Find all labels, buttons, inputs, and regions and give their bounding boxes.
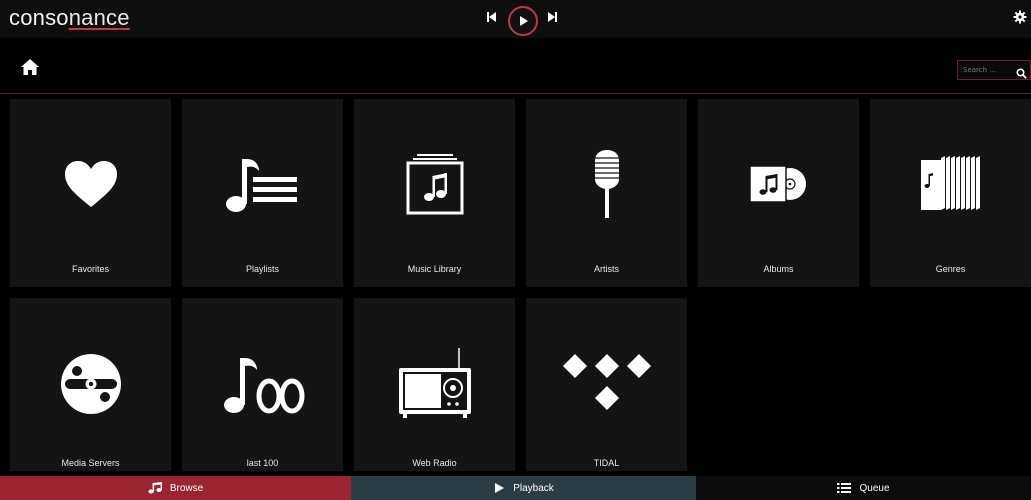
- tile-media-servers[interactable]: Media Servers: [10, 298, 171, 471]
- media-server-icon: [10, 332, 171, 436]
- skip-previous-icon[interactable]: [484, 9, 498, 25]
- radio-icon: [354, 332, 515, 436]
- tile-label: last 100: [246, 458, 279, 468]
- tile-artists[interactable]: Artists: [526, 99, 687, 287]
- music-note-icon: [148, 482, 162, 494]
- play-button[interactable]: [508, 6, 538, 36]
- tile-favorites[interactable]: Favorites: [10, 99, 171, 287]
- bottom-nav: Browse Playback Queue: [0, 476, 1031, 500]
- browse-grid: Favorites Playlists Music Library Artist…: [0, 95, 1031, 476]
- play-icon: [520, 16, 528, 26]
- transport-controls: [482, 6, 562, 36]
- search-icon[interactable]: [1016, 64, 1027, 79]
- playlist-icon: [182, 149, 343, 219]
- tile-last-100[interactable]: last 100: [182, 298, 343, 471]
- tile-label: Playlists: [245, 264, 279, 274]
- tile-label: Albums: [763, 264, 794, 274]
- music-library-icon: [354, 149, 515, 219]
- tile-playlists[interactable]: Playlists: [182, 99, 343, 287]
- last-100-icon: [182, 332, 343, 436]
- tile-albums[interactable]: Albums: [698, 99, 859, 287]
- tidal-icon: [526, 332, 687, 436]
- tile-label: Artists: [593, 264, 619, 274]
- brand-accent: nance: [68, 5, 130, 30]
- browse-label: Browse: [169, 482, 204, 494]
- queue-tab[interactable]: Queue: [696, 476, 1031, 500]
- playback-tab[interactable]: Playback: [351, 476, 696, 500]
- tile-tidal[interactable]: TIDAL: [526, 298, 687, 471]
- home-icon[interactable]: [20, 58, 40, 76]
- tile-music-library[interactable]: Music Library: [354, 99, 515, 287]
- nav-bar: [0, 38, 1031, 94]
- search-box: [957, 60, 1031, 80]
- heart-icon: [10, 149, 171, 219]
- queue-label: Queue: [859, 482, 890, 494]
- tile-label: Favorites: [71, 264, 109, 274]
- browse-tab[interactable]: Browse: [0, 476, 351, 500]
- list-icon: [837, 483, 852, 493]
- tile-label: Genres: [935, 264, 966, 274]
- tile-web-radio[interactable]: Web Radio: [354, 298, 515, 471]
- gear-icon[interactable]: [1013, 9, 1027, 24]
- top-bar: consonance: [0, 0, 1031, 38]
- genres-icon: [870, 149, 1031, 219]
- tile-genres[interactable]: Genres: [870, 99, 1031, 287]
- play-icon: [495, 483, 505, 493]
- tile-label: Web Radio: [412, 458, 457, 468]
- app-logo: consonance: [9, 5, 130, 31]
- tile-label: TIDAL: [593, 458, 620, 468]
- tile-label: Music Library: [407, 264, 462, 274]
- album-icon: [698, 149, 859, 219]
- playback-label: Playback: [513, 482, 554, 494]
- search-input[interactable]: [958, 61, 1016, 79]
- microphone-icon: [526, 149, 687, 219]
- skip-next-icon[interactable]: [546, 9, 560, 25]
- tile-label: Media Servers: [61, 458, 120, 468]
- brand-prefix: conso: [9, 5, 69, 30]
